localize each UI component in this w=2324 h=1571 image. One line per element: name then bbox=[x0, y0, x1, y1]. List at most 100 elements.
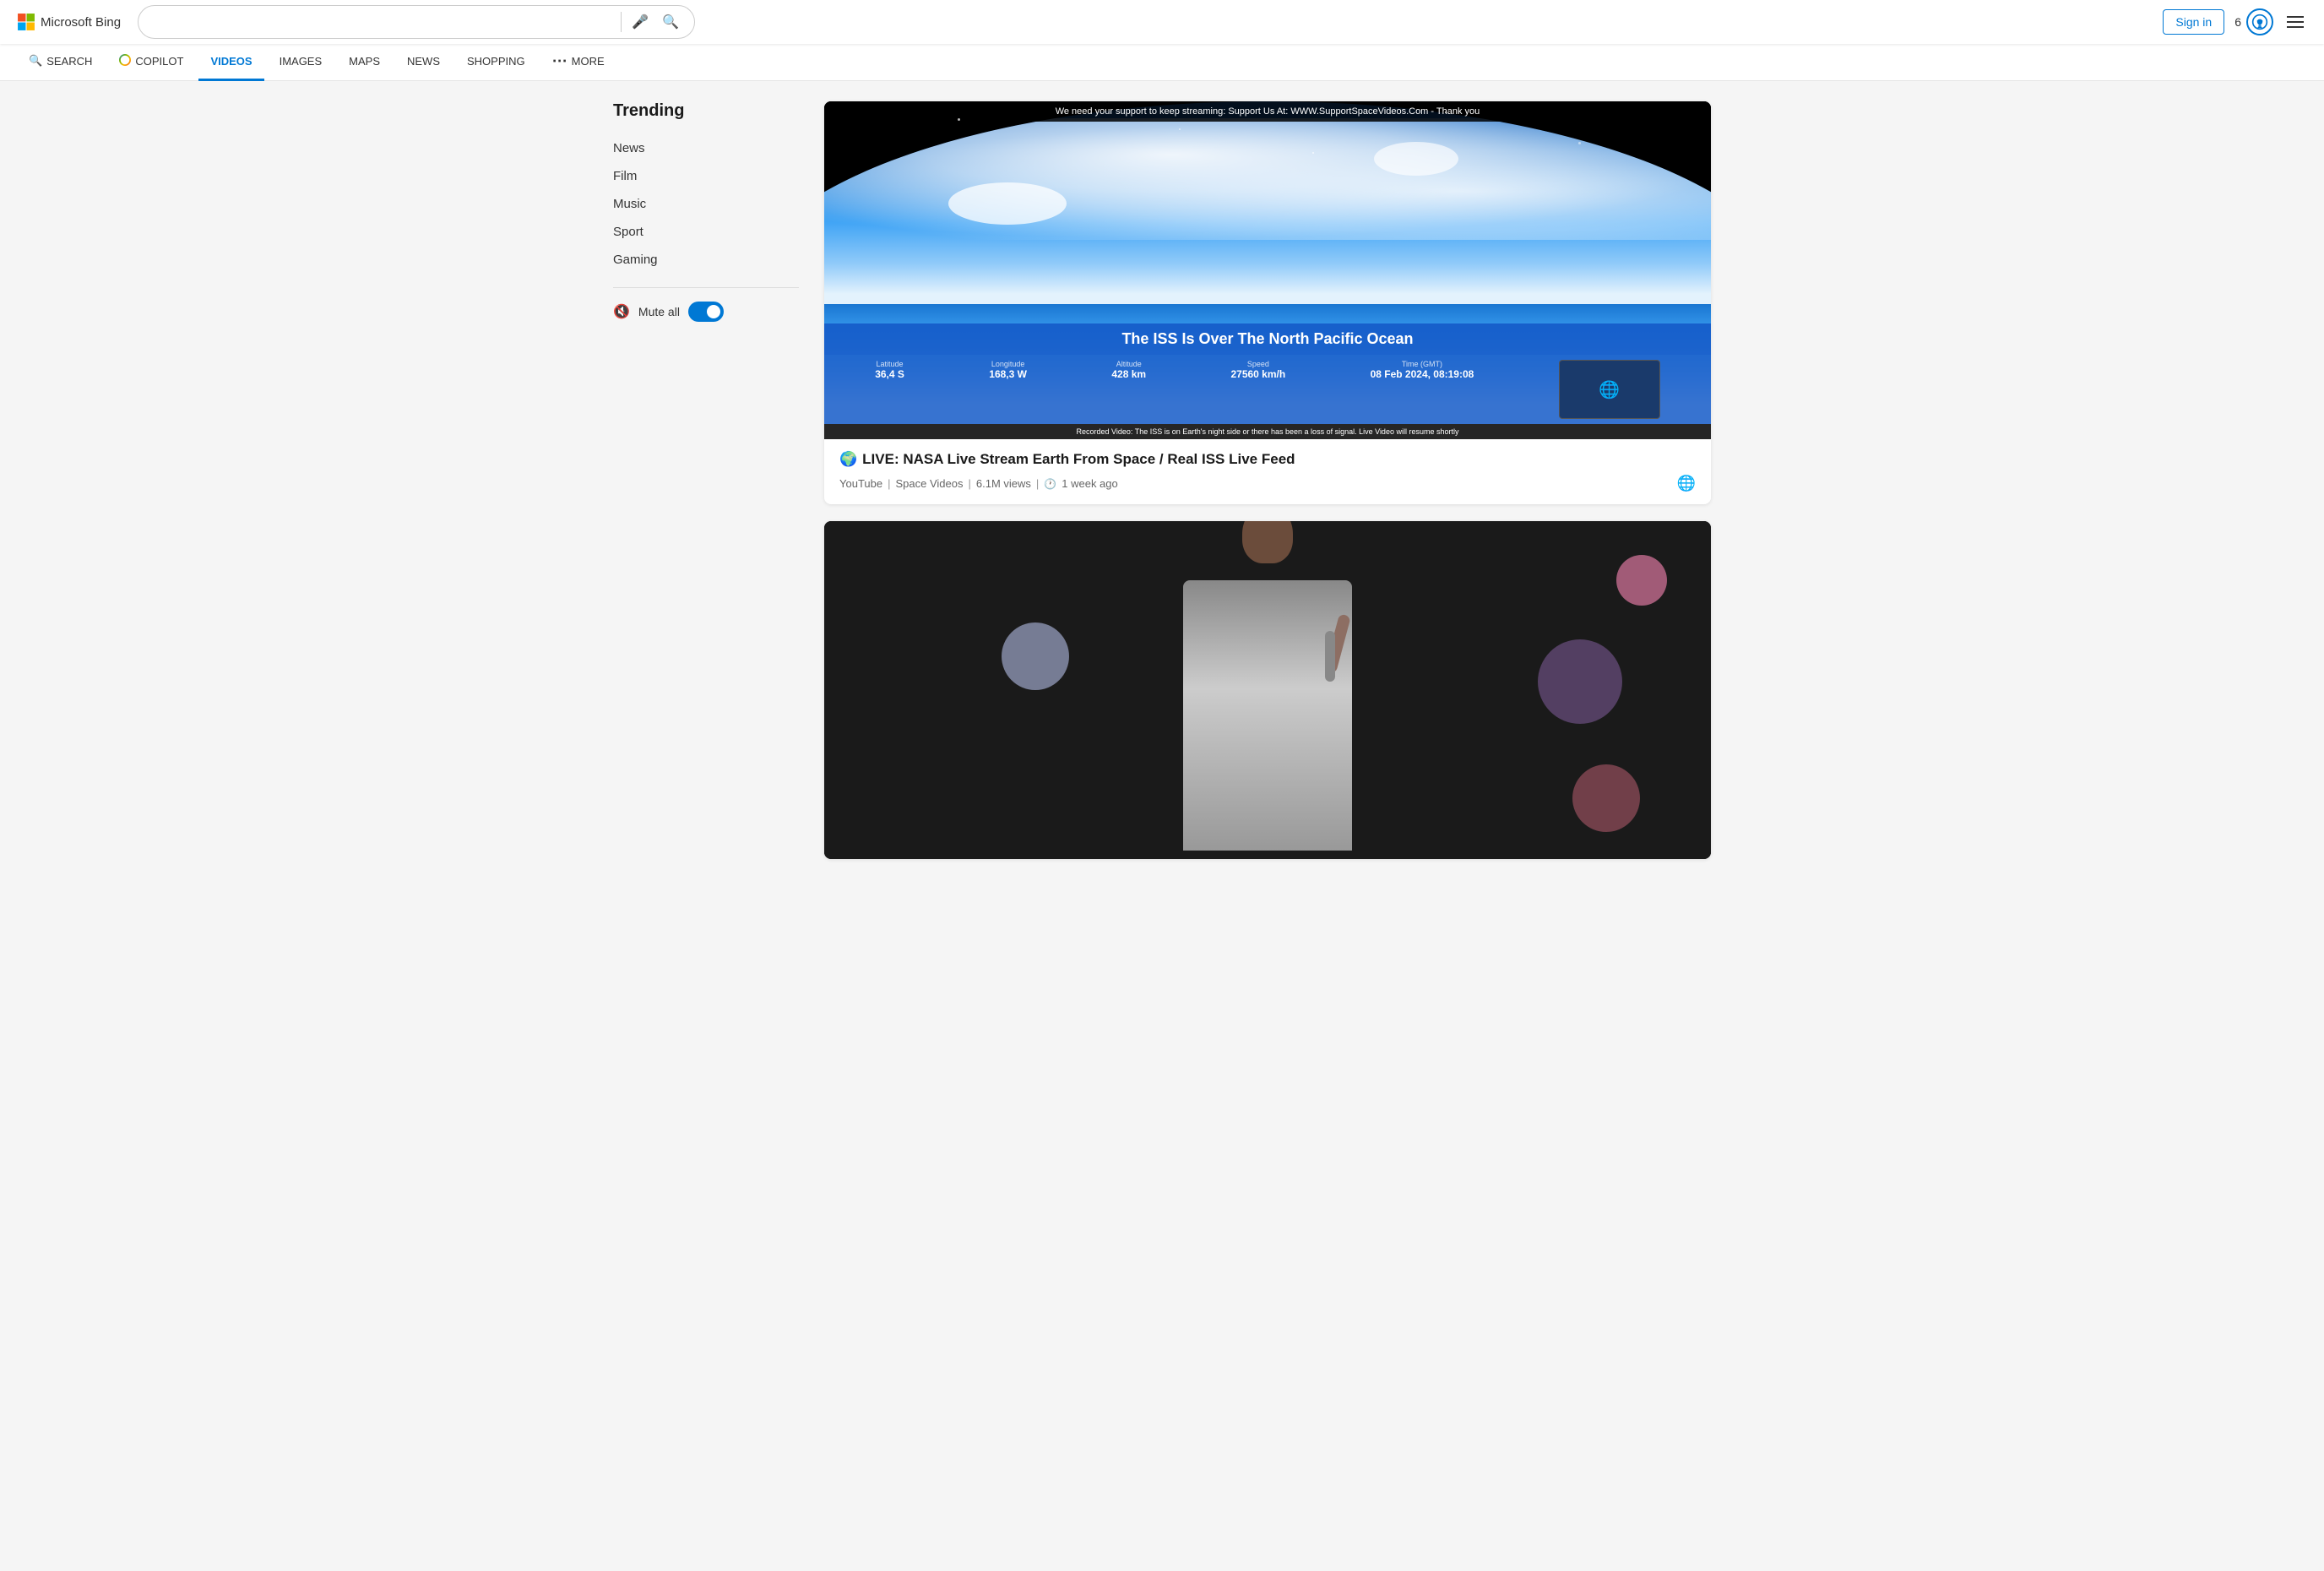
nav-item-more[interactable]: ⋯ MORE bbox=[540, 44, 616, 81]
search-button[interactable]: 🔍 bbox=[659, 10, 682, 34]
mute-all-toggle[interactable] bbox=[688, 302, 724, 322]
iss-recorded-text: Recorded Video: The ISS is on Earth's ni… bbox=[1077, 427, 1459, 436]
iss-lat-label: Latitude bbox=[875, 360, 904, 368]
iss-title-emoji: 🌍 bbox=[839, 451, 857, 468]
video-thumbnail-iss[interactable]: We need your support to keep streaming: … bbox=[824, 101, 1711, 439]
search-bar: 🎤 🔍 bbox=[138, 5, 695, 39]
sidebar-item-music[interactable]: Music bbox=[613, 190, 799, 218]
clock-icon: 🕐 bbox=[1044, 478, 1056, 490]
meta-sep-3: | bbox=[1036, 477, 1039, 490]
microsoft-logo-icon bbox=[17, 13, 35, 31]
iss-alt-label: Altitude bbox=[1111, 360, 1146, 368]
copilot-icon bbox=[119, 54, 131, 66]
concert-thumbnail-bg bbox=[824, 521, 1711, 859]
sidebar-item-sport[interactable]: Sport bbox=[613, 218, 799, 246]
sidebar-item-news[interactable]: News bbox=[613, 134, 799, 162]
circle-right-top bbox=[1616, 555, 1667, 606]
iss-lon-label: Longitude bbox=[989, 360, 1027, 368]
hamburger-line-3 bbox=[2287, 26, 2304, 28]
iss-thumbnail-bg: We need your support to keep streaming: … bbox=[824, 101, 1711, 439]
iss-source: YouTube bbox=[839, 477, 882, 490]
concert-head bbox=[1242, 521, 1293, 563]
iss-time-label: Time (GMT) bbox=[1371, 360, 1474, 368]
header-right: Sign in 6 bbox=[2163, 8, 2307, 35]
iss-stat-longitude: Longitude 168,3 W bbox=[989, 360, 1027, 419]
nav-shopping-label: SHOPPING bbox=[467, 55, 525, 68]
iss-recorded-bar: Recorded Video: The ISS is on Earth's ni… bbox=[824, 424, 1711, 439]
hamburger-line-1 bbox=[2287, 16, 2304, 18]
circle-left bbox=[1002, 622, 1069, 690]
iss-minimap: 🌐 bbox=[1559, 360, 1660, 419]
header: Microsoft Bing 🎤 🔍 Sign in 6 bbox=[0, 0, 2324, 44]
iss-stat-time: Time (GMT) 08 Feb 2024, 08:19:08 bbox=[1371, 360, 1474, 419]
search-divider bbox=[621, 12, 622, 32]
hamburger-menu-button[interactable] bbox=[2283, 13, 2307, 31]
video-card-concert bbox=[824, 521, 1711, 859]
iss-views: 6.1M views bbox=[976, 477, 1031, 490]
trophy-icon bbox=[2251, 14, 2268, 30]
video-thumbnail-concert[interactable] bbox=[824, 521, 1711, 859]
nav-more-label: MORE bbox=[572, 55, 605, 68]
nav-copilot-label: COPILOT bbox=[135, 55, 183, 68]
iss-title-bar: The ISS Is Over The North Pacific Ocean bbox=[824, 323, 1711, 355]
iss-channel: Space Videos bbox=[895, 477, 963, 490]
iss-speed-label: Speed bbox=[1230, 360, 1285, 368]
nav-item-news[interactable]: NEWS bbox=[395, 44, 452, 81]
iss-time-ago: 1 week ago bbox=[1062, 477, 1118, 490]
trending-title: Trending bbox=[613, 101, 799, 121]
iss-stat-altitude: Altitude 428 km bbox=[1111, 360, 1146, 419]
iss-overlay-bottom: The ISS Is Over The North Pacific Ocean … bbox=[824, 323, 1711, 439]
iss-video-title: 🌍 LIVE: NASA Live Stream Earth From Spac… bbox=[839, 451, 1696, 468]
rewards-count: 6 bbox=[2234, 15, 2241, 29]
main-content: Trending News Film Music Sport Gaming 🔇 … bbox=[596, 81, 1728, 896]
video-info-iss: 🌍 LIVE: NASA Live Stream Earth From Spac… bbox=[824, 439, 1711, 504]
nav-search-label: SEARCH bbox=[46, 55, 92, 68]
search-nav-icon: 🔍 bbox=[29, 54, 42, 68]
mute-icon: 🔇 bbox=[613, 303, 630, 320]
mic-icon: 🎤 bbox=[632, 14, 649, 30]
rewards-icon[interactable] bbox=[2246, 8, 2273, 35]
nav-item-images[interactable]: IMAGES bbox=[268, 44, 334, 81]
nav-videos-label: VIDEOS bbox=[210, 55, 252, 68]
search-icon: 🔍 bbox=[662, 14, 679, 30]
mute-all-row: 🔇 Mute all bbox=[613, 302, 799, 322]
iss-title-main: LIVE: NASA Live Stream Earth From Space … bbox=[862, 451, 1295, 468]
concert-mic bbox=[1325, 631, 1335, 682]
iss-speed-value: 27560 km/h bbox=[1230, 368, 1285, 380]
mute-label: Mute all bbox=[638, 305, 680, 318]
logo-text: Microsoft Bing bbox=[41, 15, 121, 30]
cloud-layer bbox=[824, 118, 1711, 240]
nav-item-copilot[interactable]: COPILOT bbox=[107, 44, 195, 81]
iss-lon-value: 168,3 W bbox=[989, 368, 1027, 380]
iss-banner-text: We need your support to keep streaming: … bbox=[1056, 106, 1480, 117]
search-input[interactable] bbox=[150, 15, 614, 30]
meta-sep-2: | bbox=[968, 477, 970, 490]
sign-in-button[interactable]: Sign in bbox=[2163, 9, 2224, 35]
nav-item-shopping[interactable]: SHOPPING bbox=[455, 44, 537, 81]
earth-curve bbox=[824, 101, 1711, 304]
concert-body bbox=[1183, 580, 1352, 851]
meta-sep-1: | bbox=[888, 477, 890, 490]
iss-lat-value: 36,4 S bbox=[875, 368, 904, 380]
iss-alt-value: 428 km bbox=[1111, 368, 1146, 380]
sidebar-divider bbox=[613, 287, 799, 288]
iss-stat-latitude: Latitude 36,4 S bbox=[875, 360, 904, 419]
logo-link[interactable]: Microsoft Bing bbox=[17, 13, 121, 31]
mic-button[interactable]: 🎤 bbox=[628, 10, 652, 34]
external-link-button-iss[interactable]: 🌐 bbox=[1677, 475, 1696, 492]
more-dots-icon: ⋯ bbox=[552, 52, 567, 70]
copilot-nav-icon bbox=[119, 54, 131, 68]
iss-stat-speed: Speed 27560 km/h bbox=[1230, 360, 1285, 419]
iss-stats-bar: Latitude 36,4 S Longitude 168,3 W Altitu… bbox=[824, 355, 1711, 424]
sidebar-item-gaming[interactable]: Gaming bbox=[613, 246, 799, 274]
nav-bar: 🔍 SEARCH COPILOT VIDEOS IMAGES bbox=[0, 44, 2324, 81]
nav-item-videos[interactable]: VIDEOS bbox=[198, 44, 263, 81]
nav-item-search[interactable]: 🔍 SEARCH bbox=[17, 44, 104, 81]
sidebar: Trending News Film Music Sport Gaming 🔇 … bbox=[613, 101, 799, 876]
sidebar-item-film[interactable]: Film bbox=[613, 162, 799, 190]
nav-images-label: IMAGES bbox=[280, 55, 323, 68]
nav-item-maps[interactable]: MAPS bbox=[337, 44, 392, 81]
nav-news-label: NEWS bbox=[407, 55, 440, 68]
video-card-iss: We need your support to keep streaming: … bbox=[824, 101, 1711, 504]
nav-maps-label: MAPS bbox=[349, 55, 380, 68]
